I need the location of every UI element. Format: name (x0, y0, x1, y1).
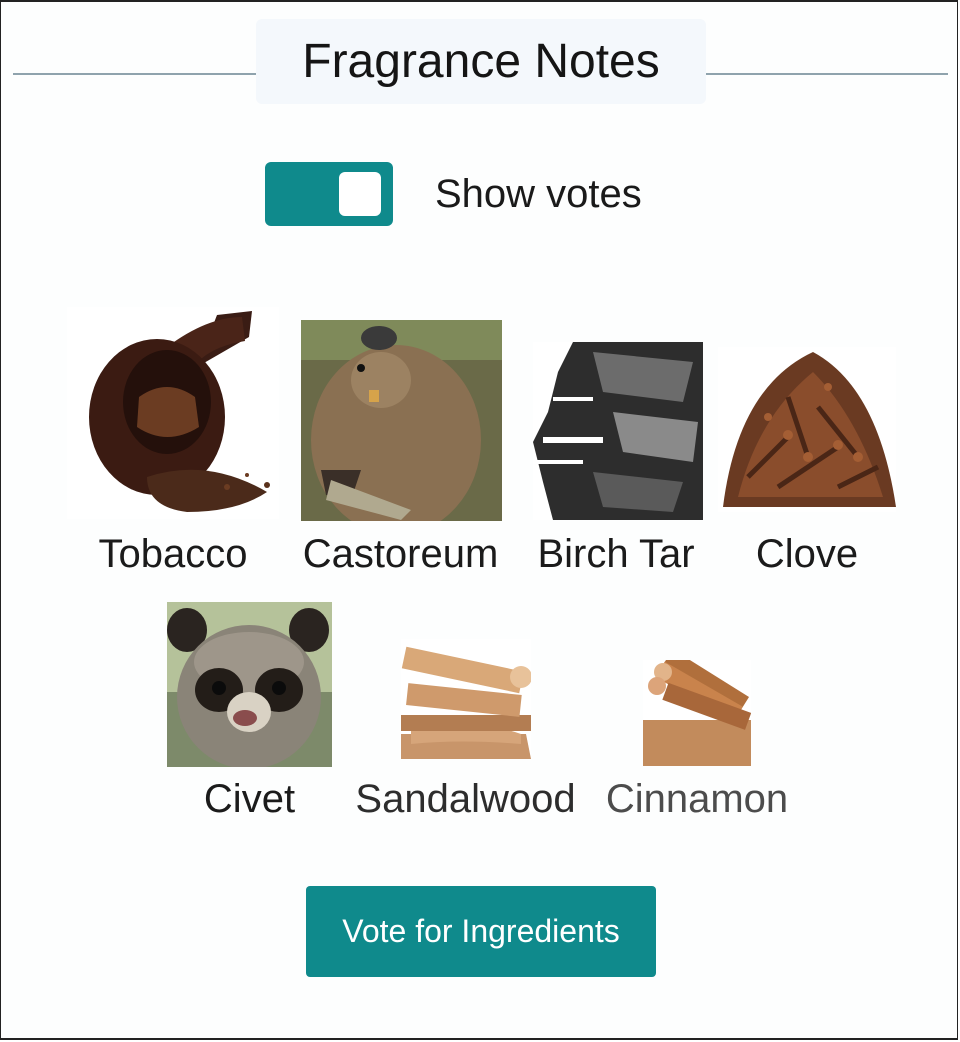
note-label: Tobacco (98, 532, 248, 576)
civet-image (167, 602, 332, 767)
fragrance-notes-panel: Fragrance Notes Show votes Tobacco Casto… (0, 0, 958, 1040)
show-votes-toggle[interactable] (265, 162, 393, 226)
note-label: Castoreum (302, 532, 499, 576)
note-clove[interactable]: Clove (718, 347, 896, 577)
header-divider-right (706, 73, 948, 75)
note-tobacco[interactable]: Tobacco (67, 307, 279, 577)
note-birch-tar[interactable]: Birch Tar (529, 342, 704, 577)
section-title: Fragrance Notes (256, 19, 706, 104)
note-cinnamon[interactable]: Cinnamon (601, 660, 794, 824)
beaver-image (301, 320, 502, 521)
note-castoreum[interactable]: Castoreum (299, 320, 502, 577)
note-label: Sandalwood (355, 777, 576, 821)
note-label: Birch Tar (537, 532, 695, 576)
note-label: Civet (203, 777, 296, 821)
note-label: Clove (755, 532, 859, 576)
sandalwood-image (401, 639, 531, 759)
clove-image (718, 347, 896, 512)
vote-for-ingredients-button[interactable]: Vote for Ingredients (306, 886, 656, 977)
note-sandalwood[interactable]: Sandalwood (349, 639, 582, 824)
show-votes-label: Show votes (435, 172, 642, 216)
header-divider-left (13, 73, 256, 75)
toggle-knob (339, 172, 381, 216)
note-label: Cinnamon (605, 777, 789, 821)
note-civet[interactable]: Civet (167, 602, 332, 824)
birch-tar-image (533, 342, 703, 520)
tobacco-pipe-image (67, 307, 279, 519)
cinnamon-image (643, 660, 751, 766)
